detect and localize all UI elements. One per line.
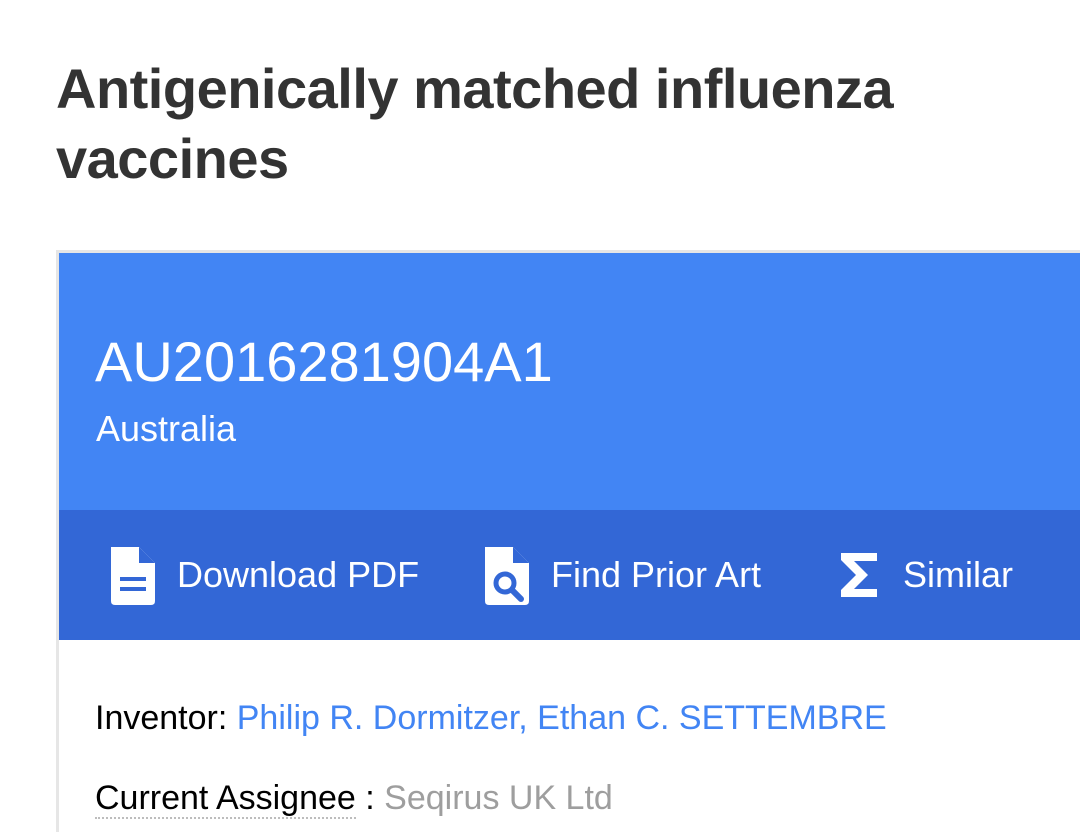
patent-page: Antigenically matched influenza vaccines… [0, 0, 1080, 832]
action-toolbar: Download PDF Find Prior Art Similar [59, 510, 1080, 640]
search-document-icon [479, 543, 535, 607]
inventor-row: Inventor: Philip R. Dormitzer, Ethan C. … [95, 696, 887, 740]
find-prior-art-label: Find Prior Art [551, 554, 762, 595]
assignee-label[interactable]: Current Assignee [95, 779, 356, 819]
download-pdf-button[interactable]: Download PDF [105, 510, 419, 640]
patent-card: AU2016281904A1 Australia Download PDF Fi… [56, 250, 1080, 832]
inventor-separator: , [518, 699, 538, 737]
inventor-link-2[interactable]: Ethan C. SETTEMBRE [537, 699, 887, 737]
country-label: Australia [96, 408, 237, 449]
page-title: Antigenically matched influenza vaccines [56, 57, 894, 190]
inventor-link-1[interactable]: Philip R. Dormitzer [237, 699, 519, 737]
assignee-value: Seqirus UK Ltd [384, 779, 613, 817]
pdf-document-icon [105, 543, 161, 607]
sigma-icon [831, 543, 887, 607]
download-pdf-label: Download PDF [177, 554, 420, 595]
assignee-colon: : [355, 779, 385, 817]
inventor-label: Inventor: [95, 699, 237, 737]
similar-label: Similar [903, 554, 1014, 595]
similar-button[interactable]: Similar [831, 510, 1013, 640]
publication-number: AU2016281904A1 [95, 330, 553, 393]
patent-header: AU2016281904A1 Australia [59, 253, 1080, 510]
find-prior-art-button[interactable]: Find Prior Art [479, 510, 761, 640]
assignee-row: Current Assignee : Seqirus UK Ltd [95, 776, 613, 820]
